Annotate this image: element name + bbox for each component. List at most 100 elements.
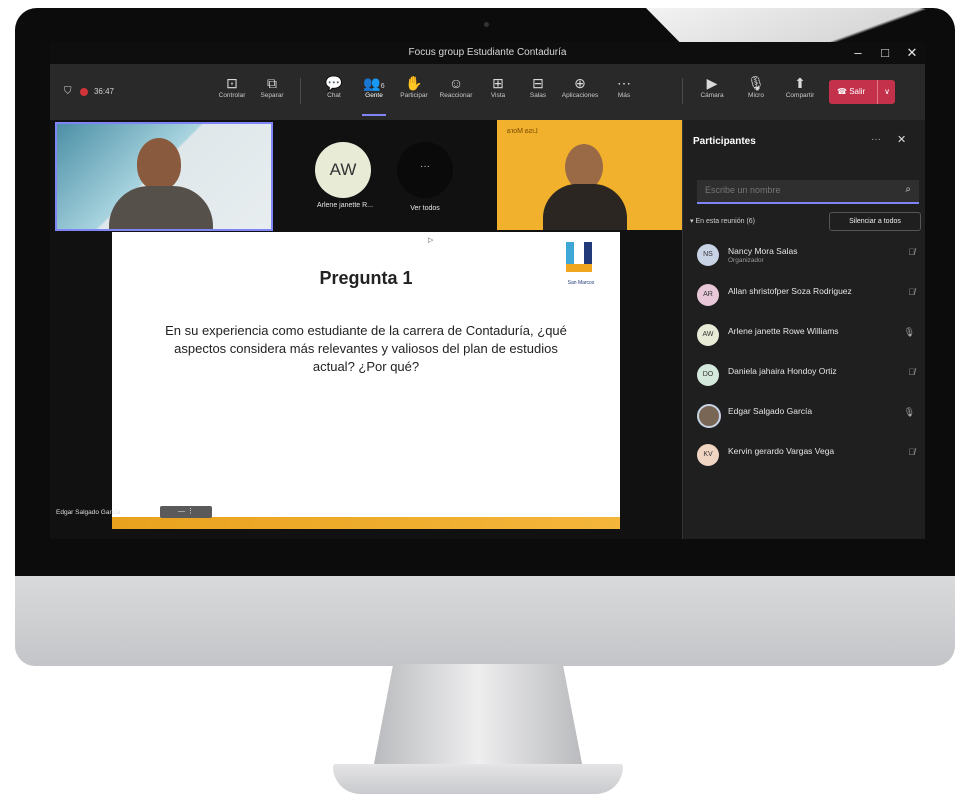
react-label: Reaccionar: [439, 92, 473, 99]
ellipsis-icon: ⋯: [617, 75, 631, 91]
view-button[interactable]: ⊞ Vista: [476, 74, 520, 99]
people-icon: 👥6: [352, 74, 396, 92]
chat-button[interactable]: 💬 Chat: [312, 74, 356, 99]
chat-icon: 💬: [325, 75, 343, 91]
smiley-icon: ☺: [448, 75, 464, 91]
mic-button[interactable]: 🎙 Micro: [734, 74, 778, 99]
mic-icon: 🎙: [903, 327, 915, 337]
close-window-button[interactable]: ✕: [902, 45, 922, 61]
presenter-name: Edgar Salgado García: [56, 509, 121, 516]
camera-label: Cámara: [700, 92, 724, 99]
person-body: [543, 184, 627, 230]
raise-hand-button[interactable]: ✋ Participar: [392, 74, 436, 99]
timer-text: 36:47: [93, 87, 114, 96]
pop-out-button[interactable]: ⧉ Separar: [250, 74, 294, 99]
mute-all-button[interactable]: Silenciar a todos: [829, 212, 921, 231]
recording-icon: [79, 87, 88, 96]
participant-row[interactable]: DO Daniela jahaira Hondoy Ortiz 🎙̸: [697, 360, 919, 392]
participant-row[interactable]: AR Allan shristofper Soza Rodriguez 🎙̸: [697, 280, 919, 312]
mic-off-icon: 🎙̸: [908, 367, 915, 377]
logo-bar-bottom: [566, 264, 592, 272]
chat-label: Chat: [327, 92, 341, 99]
toolbar-divider: [300, 78, 301, 104]
shield-icon: ⛉: [64, 86, 72, 97]
control-button[interactable]: ⊡ Controlar: [210, 74, 254, 99]
panel-more-button[interactable]: ···: [871, 134, 881, 145]
people-glyph: 👥: [363, 75, 381, 91]
view-all-label: Ver todos: [410, 205, 440, 212]
monitor-stand-neck: [372, 664, 584, 774]
react-button[interactable]: ☺ Reaccionar: [434, 74, 478, 99]
rooms-label: Salas: [529, 92, 547, 99]
presenter-controls[interactable]: — ⋮: [160, 506, 212, 518]
search-icon[interactable]: ⌕: [905, 184, 911, 195]
mic-label: Micro: [748, 92, 764, 99]
toolbar-divider: [682, 78, 683, 104]
apps-button[interactable]: ⊕ Aplicaciones: [558, 74, 602, 99]
cursor-icon: ▷: [428, 237, 434, 244]
more-button[interactable]: ⋯ Más: [602, 74, 646, 99]
monitor-stand-base: [333, 764, 623, 794]
meeting-timer: ⛉ 36:47: [64, 86, 114, 97]
participant-row[interactable]: KV Kervin gerardo Vargas Vega 🎙̸: [697, 440, 919, 472]
participant-avatar[interactable]: AW: [315, 142, 371, 198]
person-body: [109, 186, 213, 229]
panel-close-button[interactable]: ✕: [897, 133, 906, 146]
participant-name: Allan shristofper Soza Rodriguez: [728, 286, 852, 296]
participants-heading: Participantes: [693, 136, 756, 147]
participant-name: Daniela jahaira Hondoy Ortiz: [728, 366, 837, 376]
mic-off-icon: 🎙̸: [908, 247, 915, 257]
slide-footer-bar: [112, 517, 620, 529]
plus-icon: ⊕: [574, 75, 586, 91]
logo-text: San Marcos: [567, 280, 595, 286]
slide-title: Pregunta 1: [319, 268, 413, 288]
leave-label: ☎ Salir: [837, 87, 866, 96]
meeting-stage: AW Arlene janette R... ··· Ver todos Lis…: [50, 120, 682, 539]
pop-out-icon: ⧉: [267, 75, 277, 91]
participant-row[interactable]: AW Arlene janette Rowe Williams 🎙: [697, 320, 919, 352]
mic-off-icon: 🎙̸: [908, 287, 915, 297]
share-label: Compartir: [785, 92, 815, 99]
mirrored-name: Lisa Mora: [507, 128, 538, 135]
participant-row[interactable]: NS Nancy Mora Salas Organizador 🎙̸: [697, 240, 919, 272]
active-underline: [362, 114, 386, 116]
avatar: DO: [697, 364, 719, 386]
rooms-icon: ⊟: [532, 75, 544, 91]
participant-role: Organizador: [728, 257, 764, 264]
participant-row[interactable]: Edgar Salgado García 🎙: [697, 400, 919, 432]
person-head: [137, 138, 181, 190]
camera-icon: ▶: [706, 75, 718, 91]
avatar-photo: [697, 404, 721, 428]
maximize-button[interactable]: □: [875, 45, 895, 60]
share-button[interactable]: ⬆ Compartir: [778, 74, 822, 99]
minimize-button[interactable]: –: [848, 45, 868, 60]
participant-video-tile[interactable]: [55, 122, 273, 231]
rooms-button[interactable]: ⊟ Salas: [516, 74, 560, 99]
leave-dropdown-button[interactable]: ∨: [877, 80, 896, 104]
hand-icon: ✋: [405, 75, 423, 91]
in-meeting-section[interactable]: ▾ En esta reunión (6): [690, 217, 755, 225]
leave-text: Salir: [849, 87, 866, 96]
view-all-tile[interactable]: ···: [397, 142, 453, 198]
grid-icon: ⊞: [492, 75, 504, 91]
mic-off-icon: 🎙: [747, 75, 765, 91]
participants-panel: Participantes ··· ✕ ⌕ ▾ En esta reunión …: [682, 120, 925, 539]
participant-name: Kervin gerardo Vargas Vega: [728, 446, 835, 456]
share-icon: ⬆: [794, 75, 806, 91]
leave-button[interactable]: ☎ Salir ∨: [829, 80, 895, 104]
participant-video-tile-2[interactable]: Lisa Mora: [497, 120, 682, 230]
mic-icon: 🎙: [903, 407, 915, 417]
university-logo: San Marcos: [562, 242, 600, 292]
participant-name: Nancy Mora Salas: [728, 246, 798, 256]
view-label: Vista: [490, 92, 506, 99]
people-button[interactable]: 👥6 Gente: [352, 74, 396, 116]
slide-question: En su experiencia como estudiante de la …: [165, 323, 567, 374]
pop-out-label: Separar: [260, 92, 284, 99]
participant-avatar-name: Arlene janette R...: [316, 202, 374, 209]
participant-search-input[interactable]: [697, 180, 893, 200]
participant-search: ⌕: [697, 180, 919, 204]
participant-name: Edgar Salgado García: [728, 406, 813, 416]
shared-slide: ▷ Pregunta 1 En su experiencia como estu…: [112, 232, 620, 529]
raise-hand-label: Participar: [400, 92, 428, 99]
camera-button[interactable]: ▶ Cámara: [690, 74, 734, 99]
